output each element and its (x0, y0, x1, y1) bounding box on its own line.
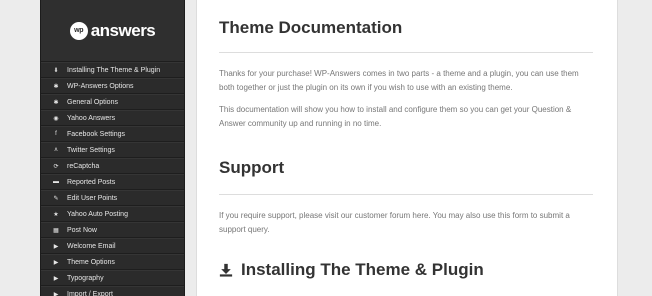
sidebar-item[interactable]: ▦ Post Now (41, 222, 184, 238)
edit-icon: ✎ (53, 195, 59, 202)
refresh-icon: ⟳ (53, 163, 59, 170)
main-content: Theme Documentation Thanks for your purc… (196, 0, 618, 296)
facebook-icon: f (55, 131, 57, 137)
sidebar-item-label: Yahoo Auto Posting (67, 210, 128, 218)
sidebar-item-label: Reported Posts (67, 178, 116, 186)
twitter-icon: ᴧ (54, 147, 58, 153)
sidebar-item-label: Yahoo Answers (67, 114, 116, 122)
divider (219, 194, 593, 195)
logo-text: answers (90, 20, 156, 40)
sidebar-item-label: reCaptcha (67, 162, 100, 170)
sidebar-item[interactable]: ◉ Yahoo Answers (41, 110, 184, 126)
sidebar-item[interactable]: ✱ WP-Answers Options (41, 78, 184, 94)
sidebar-item[interactable]: ★ Yahoo Auto Posting (41, 206, 184, 222)
play-icon: ▶ (53, 259, 59, 266)
play-icon: ▶ (53, 291, 59, 296)
sidebar-item[interactable]: ▬ Reported Posts (41, 174, 184, 190)
download-icon (219, 263, 233, 277)
intro-paragraph-2: This documentation will show you how to … (219, 105, 572, 128)
sidebar-item[interactable]: ᴧ Twitter Settings (41, 142, 184, 158)
sidebar-item[interactable]: ⬇ Installing The Theme & Plugin (41, 62, 184, 78)
flag-icon: ▬ (53, 179, 59, 185)
intro-paragraph-1: Thanks for your purchase! WP-Answers com… (219, 69, 579, 92)
sidebar-item[interactable]: ▶ Typography (41, 270, 184, 286)
gear-icon: ✱ (53, 83, 59, 90)
support-heading: Support (219, 158, 285, 177)
download-icon: ⬇ (53, 67, 59, 74)
sidebar-item-label: Typography (67, 274, 104, 282)
play-icon: ▶ (53, 243, 59, 250)
sidebar-nav: ⬇ Installing The Theme & Plugin ✱ WP-Answer… (41, 62, 184, 296)
sidebar-item-label: Post Now (67, 226, 97, 234)
sidebar-item-label: Twitter Settings (67, 146, 115, 154)
sidebar-item-label: Facebook Settings (67, 130, 125, 138)
divider (219, 52, 593, 53)
sidebar-item-label: Edit User Points (67, 194, 118, 202)
calendar-icon: ▦ (53, 227, 59, 234)
circle-icon: ◉ (53, 115, 59, 122)
sidebar-item[interactable]: ✱ General Options (41, 94, 184, 110)
sidebar-item[interactable]: ▶ Theme Options (41, 254, 184, 270)
play-icon: ▶ (53, 275, 59, 282)
sidebar-item[interactable]: ⟳ reCaptcha (41, 158, 184, 174)
page-title: Theme Documentation (219, 18, 403, 37)
logo[interactable]: wp answers (41, 0, 184, 62)
sidebar-item-label: Theme Options (67, 258, 115, 266)
logo-badge: wp (69, 21, 88, 40)
support-paragraph: If you require support, please visit our… (219, 211, 570, 234)
sidebar-item[interactable]: ✎ Edit User Points (41, 190, 184, 206)
sidebar-item[interactable]: ▶ Welcome Email (41, 238, 184, 254)
star-icon: ★ (53, 211, 59, 218)
sidebar-item-label: Import / Export (67, 290, 113, 296)
sidebar-item[interactable]: f Facebook Settings (41, 126, 184, 142)
install-heading: Installing The Theme & Plugin (219, 260, 593, 280)
sidebar-item-label: Welcome Email (67, 242, 116, 250)
sidebar-item-label: Installing The Theme & Plugin (67, 66, 161, 74)
cog-icon: ✱ (53, 99, 59, 106)
sidebar: wp answers ⬇ Installing The Theme & Plugi… (40, 0, 185, 296)
sidebar-item-label: WP-Answers Options (67, 82, 134, 90)
sidebar-item-label: General Options (67, 98, 118, 106)
install-heading-text: Installing The Theme & Plugin (241, 260, 484, 279)
sidebar-item[interactable]: ▶ Import / Export (41, 286, 184, 296)
